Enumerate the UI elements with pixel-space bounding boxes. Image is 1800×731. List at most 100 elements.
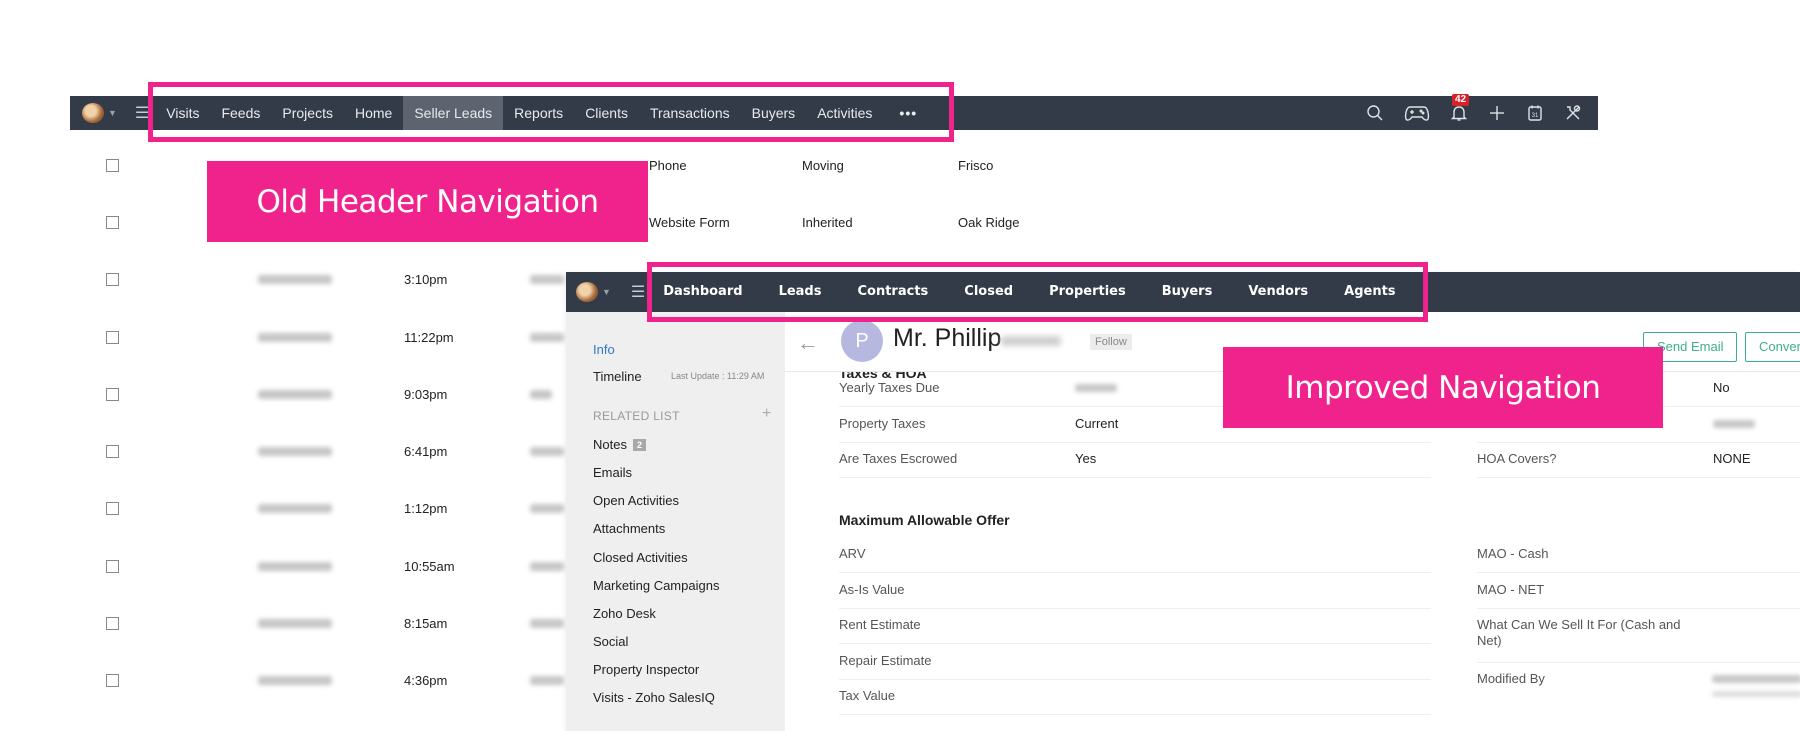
row-checkbox[interactable] — [106, 159, 119, 172]
sidebar-item-open-activities[interactable]: Open Activities — [593, 493, 679, 508]
calendar-icon[interactable]: 31 — [1526, 104, 1544, 122]
new-tab-properties[interactable]: Properties — [1031, 272, 1144, 312]
blurred-owner — [530, 504, 564, 513]
add-related-plus-icon[interactable]: + — [762, 405, 771, 423]
old-tab-buyers[interactable]: Buyers — [741, 96, 807, 130]
sidebar-item-attachments[interactable]: Attachments — [593, 521, 665, 536]
section-heading-mao: Maximum Allowable Offer — [839, 512, 1010, 528]
row-checkbox[interactable] — [106, 502, 119, 515]
org-logo-icon[interactable] — [576, 282, 598, 302]
old-tab-projects[interactable]: Projects — [271, 96, 344, 130]
lead-reason: Inherited — [802, 215, 853, 230]
field-label: HOA Covers? — [1477, 451, 1557, 466]
row-checkbox[interactable] — [106, 560, 119, 573]
field-row: What Can We Sell It For (Cash and Net) — [1477, 609, 1800, 663]
old-tab-seller-leads[interactable]: Seller Leads — [403, 96, 504, 130]
lead-time: 3:10pm — [404, 272, 448, 287]
sidebar-item-zoho-desk[interactable]: Zoho Desk — [593, 606, 656, 621]
notification-count-badge: 42 — [1452, 94, 1470, 106]
back-arrow-icon[interactable]: ← — [797, 330, 819, 356]
blurred-owner — [530, 275, 564, 284]
lead-source: Website Form — [649, 215, 730, 230]
lead-time: 6:41pm — [404, 444, 448, 459]
lead-source: Phone — [649, 158, 687, 173]
plus-icon[interactable] — [1488, 104, 1506, 122]
blurred-value — [1713, 420, 1755, 428]
new-tab-closed[interactable]: Closed — [946, 272, 1031, 312]
field-value: Yes — [1075, 451, 1097, 466]
gamepad-icon[interactable] — [1404, 104, 1430, 122]
sidebar-item-info[interactable]: Info — [593, 342, 615, 357]
blurred-owner — [530, 333, 564, 342]
chevron-down-icon[interactable]: ▼ — [108, 108, 117, 118]
field-row: HOA Covers? NONE — [1477, 443, 1800, 478]
org-logo-icon[interactable] — [82, 103, 104, 123]
old-tab-visits[interactable]: Visits — [155, 96, 210, 130]
svg-text:31: 31 — [1532, 113, 1539, 119]
old-tab-home[interactable]: Home — [344, 96, 403, 130]
new-tab-dashboard[interactable]: Dashboard — [655, 272, 760, 312]
bell-icon[interactable]: 42 — [1450, 94, 1470, 122]
row-checkbox[interactable] — [106, 273, 119, 286]
blurred-date — [258, 676, 332, 685]
sidebar-item-closed-activities[interactable]: Closed Activities — [593, 550, 688, 565]
blurred-owner — [530, 619, 564, 628]
sidebar-item-property-inspector[interactable]: Property Inspector — [593, 662, 699, 677]
field-value: Current — [1075, 416, 1119, 431]
old-nav-annotation-label: Old Header Navigation — [207, 161, 648, 242]
convert-button[interactable]: Conver — [1745, 332, 1800, 362]
hamburger-menu-icon[interactable]: ☰ — [135, 103, 149, 123]
old-tab-activities[interactable]: Activities — [806, 96, 883, 130]
improved-header-nav: ▼ ☰ Dashboard Leads Contracts Closed Pro… — [566, 272, 1800, 312]
tools-icon[interactable] — [1564, 104, 1582, 122]
row-checkbox[interactable] — [106, 445, 119, 458]
sidebar-item-timeline[interactable]: Timeline — [593, 369, 642, 384]
field-row: MAO - NET — [1477, 574, 1800, 609]
blurred-owner — [530, 390, 552, 399]
search-icon[interactable] — [1366, 104, 1384, 122]
row-checkbox[interactable] — [106, 331, 119, 344]
field-row: As-Is Value — [839, 574, 1431, 609]
old-tab-reports[interactable]: Reports — [503, 96, 574, 130]
hamburger-menu-icon[interactable]: ☰ — [631, 282, 645, 302]
new-tab-agents[interactable]: Agents — [1326, 272, 1413, 312]
blurred-date — [258, 333, 332, 342]
lead-time: 10:55am — [404, 559, 455, 574]
sidebar-item-marketing-campaigns[interactable]: Marketing Campaigns — [593, 578, 719, 593]
blurred-date — [258, 562, 332, 571]
field-label: Modified By — [1477, 671, 1545, 686]
field-label: MAO - Cash — [1477, 546, 1549, 561]
lead-time: 4:36pm — [404, 673, 448, 688]
blurred-owner — [530, 676, 564, 685]
notes-count-badge: 2 — [632, 439, 646, 451]
related-item-label: Notes — [593, 437, 627, 452]
more-tabs-button[interactable]: ••• — [883, 96, 933, 130]
row-checkbox[interactable] — [106, 388, 119, 401]
sidebar-item-emails[interactable]: Emails — [593, 465, 632, 480]
field-value: NONE — [1713, 451, 1751, 466]
new-tab-contracts[interactable]: Contracts — [839, 272, 946, 312]
row-checkbox[interactable] — [106, 617, 119, 630]
sidebar-item-social[interactable]: Social — [593, 634, 628, 649]
follow-button[interactable]: Follow — [1090, 334, 1132, 350]
field-label: MAO - NET — [1477, 582, 1545, 597]
field-label: As-Is Value — [839, 582, 905, 597]
blurred-owner — [530, 447, 564, 456]
blurred-date — [258, 390, 332, 399]
sidebar-item-visits-salesiq[interactable]: Visits - Zoho SalesIQ — [593, 690, 715, 705]
sidebar-item-notes[interactable]: Notes 2 — [593, 437, 646, 452]
field-label: Are Taxes Escrowed — [839, 451, 958, 466]
old-tab-feeds[interactable]: Feeds — [210, 96, 271, 130]
row-checkbox[interactable] — [106, 674, 119, 687]
old-tab-clients[interactable]: Clients — [574, 96, 639, 130]
field-row: MAO - Cash — [1477, 538, 1800, 573]
chevron-down-icon[interactable]: ▼ — [602, 287, 611, 297]
lead-time: 8:15am — [404, 616, 448, 631]
new-tab-vendors[interactable]: Vendors — [1230, 272, 1326, 312]
row-checkbox[interactable] — [106, 216, 119, 229]
new-tab-buyers[interactable]: Buyers — [1144, 272, 1231, 312]
new-tab-leads[interactable]: Leads — [761, 272, 840, 312]
related-list-title: RELATED LIST — [593, 409, 680, 423]
old-tab-transactions[interactable]: Transactions — [639, 96, 741, 130]
blurred-date — [258, 275, 332, 284]
